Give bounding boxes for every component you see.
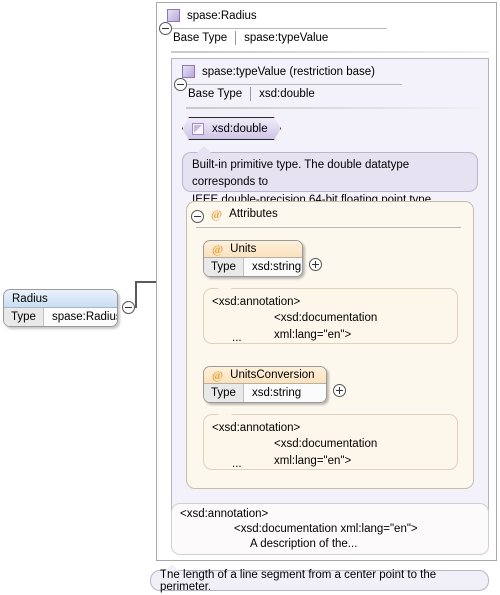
divider <box>250 87 252 101</box>
attribute-type-row: Type xsd:string <box>204 384 326 402</box>
bottom-annotation-line-3: A description of the... <box>250 538 358 550</box>
restriction-group-header: spase:typeValue (restriction base) <box>182 65 375 78</box>
restriction-group-title: spase:typeValue (restriction base) <box>202 65 376 78</box>
attribute-name-unitsconversion: UnitsConversion <box>230 369 315 381</box>
annotation-line-3: ... <box>232 332 242 344</box>
section-divider <box>171 51 489 53</box>
attribute-unitsconversion-expand-toggle[interactable] <box>333 384 346 397</box>
annotation-bubble-units: <xsd:annotation> <xsd:documentation xml:… <box>203 282 458 344</box>
attribute-title-row: @ UnitsConversion <box>204 367 326 384</box>
annotation-line-2: <xsd:documentation xml:lang="en"> <box>274 438 378 467</box>
outer-group-collapse-toggle[interactable] <box>159 22 172 35</box>
attribute-box-unitsconversion[interactable]: @ UnitsConversion Type xsd:string <box>203 366 327 403</box>
restriction-base-type-value: xsd:double <box>259 88 315 100</box>
bubble-tail-icon <box>218 408 232 415</box>
connector-horizontal <box>135 281 157 283</box>
annotation-line-1: <xsd:annotation> <box>212 296 301 308</box>
attribute-type-value: xsd:string <box>251 387 302 399</box>
restriction-base-type-row: Base Type xsd:double <box>188 87 315 101</box>
header-rule <box>172 28 387 29</box>
bubble-tail-icon <box>218 282 232 289</box>
restriction-group-collapse-toggle[interactable] <box>174 78 187 91</box>
at-sign-icon: @ <box>212 242 224 256</box>
header-rule <box>187 84 402 85</box>
footer-tooltip-text: The length of a line segment from a cent… <box>160 568 437 593</box>
simpletype-triangle-icon <box>192 123 204 135</box>
header-rule <box>196 227 461 228</box>
attribute-type-key: Type <box>204 258 244 276</box>
attributes-panel: @ Attributes @ Units Type xsd:string <xs… <box>186 201 474 489</box>
primitive-type-box-xsd-double[interactable]: xsd:double <box>182 117 281 140</box>
complextype-square-icon <box>167 9 180 22</box>
attribute-title-row: @ Units <box>204 241 302 258</box>
primitive-type-label: xsd:double <box>212 122 268 135</box>
bottom-annotation-line-1: <xsd:annotation> <box>180 508 269 520</box>
element-box-type-row: Type spase:Radius <box>4 308 117 326</box>
radius-collapse-toggle[interactable] <box>122 301 135 314</box>
annotation-bubble-unitsconversion: <xsd:annotation> <xsd:documentation xml:… <box>203 408 458 470</box>
bottom-annotation-line-2: <xsd:documentation xml:lang="en"> <box>234 523 418 535</box>
element-box-type-key: Type <box>4 308 44 326</box>
attributes-title: Attributes <box>229 208 278 220</box>
annotation-line-3: ... <box>232 458 242 470</box>
connector-vertical <box>135 281 137 308</box>
attribute-type-key: Type <box>204 384 244 402</box>
outer-base-type-row: Base Type spase:typeValue <box>173 31 328 45</box>
footer-tooltip: The length of a line segment from a cent… <box>150 564 489 593</box>
attribute-box-units[interactable]: @ Units Type xsd:string <box>203 240 303 277</box>
bubble-tail-icon <box>165 564 179 571</box>
annotation-line-2: <xsd:documentation xml:lang="en"> <box>274 312 378 341</box>
outer-group-title: spase:Radius <box>187 9 257 22</box>
attributes-collapse-toggle[interactable] <box>191 210 204 223</box>
element-box-radius[interactable]: Radius Type spase:Radius <box>3 289 118 327</box>
element-box-type-value: spase:Radius <box>51 311 118 323</box>
element-box-title: Radius <box>4 290 117 308</box>
primitive-description-line-1: Built-in primitive type. The double data… <box>192 159 410 189</box>
restriction-base-type-key: Base Type <box>188 88 243 100</box>
attributes-header: @ Attributes <box>211 208 278 220</box>
at-sign-icon: @ <box>212 368 224 382</box>
bubble-tail-icon <box>197 146 211 153</box>
attribute-name-units: Units <box>230 243 257 255</box>
attribute-type-value: xsd:string <box>251 261 302 273</box>
section-divider <box>186 107 481 109</box>
outer-base-type-value: spase:typeValue <box>244 32 329 44</box>
divider <box>235 31 237 45</box>
annotation-line-1: <xsd:annotation> <box>212 422 301 434</box>
primitive-type-description: Built-in primitive type. The double data… <box>182 146 478 223</box>
annotation-bubble-bottom: <xsd:annotation> <xsd:documentation xml:… <box>171 503 489 555</box>
outer-group-header: spase:Radius <box>167 9 257 22</box>
attribute-type-row: Type xsd:string <box>204 258 302 276</box>
attribute-units-expand-toggle[interactable] <box>309 258 322 271</box>
at-sign-icon: @ <box>211 207 223 221</box>
complextype-square-icon <box>182 65 195 78</box>
outer-base-type-key: Base Type <box>173 32 228 44</box>
